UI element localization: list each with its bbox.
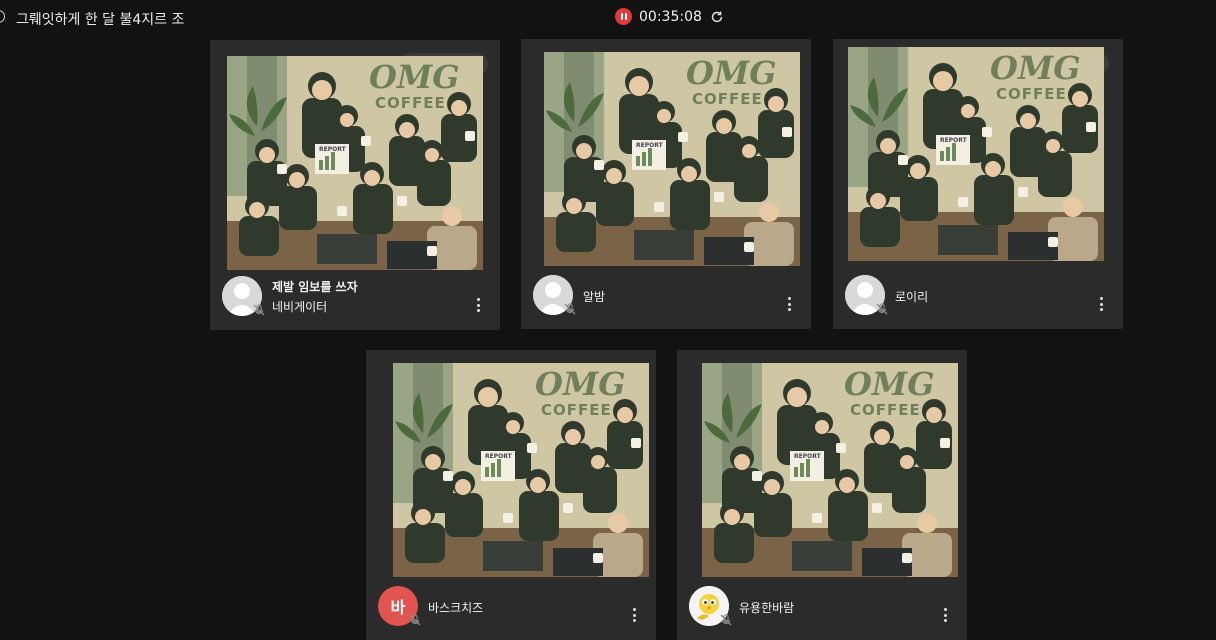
more-options-icon[interactable] xyxy=(787,297,791,311)
recording-status: 00:35:08 xyxy=(615,8,724,25)
room-title: 그뤠잇하게 한 달 불4지르 조 xyxy=(16,12,185,28)
mic-muted-icon xyxy=(719,613,733,627)
refresh-icon[interactable] xyxy=(710,10,724,24)
more-options-icon[interactable] xyxy=(476,298,480,312)
top-bar: 그뤠잇하게 한 달 불4지르 조 00:35:08 xyxy=(0,0,1216,36)
mic-muted-icon xyxy=(408,613,422,627)
participant-tile[interactable]: OMG COFFEE REPORT 로이리 xyxy=(833,39,1123,329)
participant-video: OMG COFFEE REPORT xyxy=(544,52,800,266)
more-options-icon[interactable] xyxy=(943,608,947,622)
poster-brand-sub: COFFEE xyxy=(850,401,921,419)
participant-name: 제발 임보를 쓰자 xyxy=(272,280,358,294)
participant-video: OMG COFFEE REPORT xyxy=(227,56,483,270)
poster-brand: OMG xyxy=(990,49,1081,87)
participant-video: OMG COFFEE REPORT xyxy=(393,363,649,577)
poster-report-label: REPORT xyxy=(636,142,663,149)
more-options-icon[interactable] xyxy=(1099,297,1103,311)
more-options-icon[interactable] xyxy=(632,608,636,622)
participant-name: 바스크치즈 xyxy=(428,601,484,615)
poster-brand: OMG xyxy=(535,365,626,403)
participant-tile[interactable]: OMG COFFEE REPORT 유용한바람 xyxy=(677,350,967,640)
recording-timer: 00:35:08 xyxy=(639,8,702,25)
poster-report-label: REPORT xyxy=(319,146,346,153)
poster-report-label: REPORT xyxy=(485,453,512,460)
participant-video: OMG COFFEE REPORT xyxy=(848,47,1104,261)
record-pause-icon[interactable] xyxy=(615,8,632,25)
poster-brand-sub: COFFEE xyxy=(996,85,1067,103)
participant-name: 유용한바람 xyxy=(739,601,795,615)
poster-brand-sub: COFFEE xyxy=(692,90,763,108)
poster-report-label: REPORT xyxy=(794,453,821,460)
participant-tile[interactable]: OMG COFFEE REPORT 바 바스크치즈 xyxy=(366,350,656,640)
poster-brand: OMG xyxy=(844,365,935,403)
poster-brand: OMG xyxy=(686,54,777,92)
participant-video: OMG COFFEE REPORT xyxy=(702,363,958,577)
radio-icon[interactable] xyxy=(0,10,5,23)
mic-muted-icon xyxy=(252,303,266,317)
mic-muted-icon xyxy=(875,302,889,316)
poster-brand: OMG xyxy=(369,58,460,96)
poster-brand-sub: COFFEE xyxy=(541,401,612,419)
poster-report-label: REPORT xyxy=(940,137,967,144)
poster-brand-sub: COFFEE xyxy=(375,94,446,112)
participant-name: 알밤 xyxy=(583,290,606,304)
participant-role: 네비게이터 xyxy=(272,300,328,314)
participant-tile[interactable]: OMG COFFEE REPORT 알밤 xyxy=(521,39,811,329)
participant-tile[interactable]: OMG COFFEE REPORT 제발 임보를 쓰자 네비게이터 xyxy=(210,40,500,330)
mic-muted-icon xyxy=(563,302,577,316)
participant-name: 로이리 xyxy=(895,290,929,304)
